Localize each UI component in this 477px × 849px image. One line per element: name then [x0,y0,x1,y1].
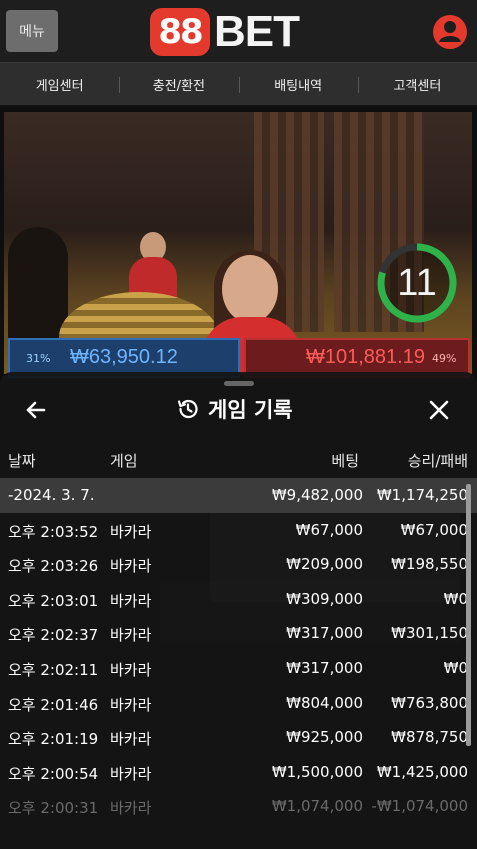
column-header-result: 승리/패배 [407,452,468,470]
date-group-result-total: ₩1,174,250 [376,486,468,504]
row-game: 바카라 [110,557,152,576]
table-row[interactable]: 오후 2:02:37 바카라 ₩317,000 ₩301,150 [0,616,477,651]
date-group-row[interactable]: -2024. 3. 7. ₩9,482,000 ₩1,174,250 [0,478,477,513]
player-percent: 31% [26,352,51,365]
banker-bet-amount: ₩101,881.19 [306,346,425,368]
row-game: 바카라 [110,764,152,783]
table-row[interactable]: 오후 2:03:52 바카라 ₩67,000 ₩67,000 [0,513,477,548]
row-bet: ₩925,000 [286,728,363,747]
row-game: 바카라 [110,799,152,818]
game-history-sheet: 게임 기록 날짜 게임 베팅 승리/패배 -2024. 3. 7. ₩9,482… [0,372,477,849]
logo-text: BET [214,7,300,56]
live-dealer-video: 11 [4,112,472,374]
user-account-icon[interactable] [432,14,468,50]
sheet-title-text: 게임 기록 [208,398,293,422]
nav-deposit-withdraw[interactable]: 충전/환전 [119,75,238,94]
row-game: 바카라 [110,522,152,541]
nav-customer-center[interactable]: 고객센터 [357,75,477,94]
row-result: ₩0 [443,658,468,677]
row-time: 오후 2:03:26 [8,557,99,576]
row-time: 오후 2:03:01 [8,591,99,610]
scrollbar[interactable] [466,484,471,746]
table-row[interactable]: 오후 2:02:11 바카라 ₩317,000 ₩0 [0,651,477,686]
banker-percent: 49% [432,352,457,365]
row-game: 바카라 [110,730,152,749]
row-result: ₩67,000 [400,520,468,539]
row-result: ₩301,150 [391,624,468,643]
row-game: 바카라 [110,591,152,610]
row-result: ₩763,800 [391,693,468,712]
row-result: ₩0 [443,589,468,608]
row-time: 오후 2:00:31 [8,799,99,818]
history-table: -2024. 3. 7. ₩9,482,000 ₩1,174,250 오후 2:… [0,478,477,824]
row-bet: ₩309,000 [286,589,363,608]
row-time: 오후 2:01:19 [8,730,99,749]
countdown-timer: 11 [397,261,437,304]
close-icon[interactable] [425,396,453,424]
row-result: ₩198,550 [391,555,468,574]
brand-logo[interactable]: 88 BET [150,7,300,56]
table-row[interactable]: 오후 2:01:19 바카라 ₩925,000 ₩878,750 [0,720,477,755]
row-game: 바카라 [110,626,152,645]
row-result: ₩1,425,000 [376,762,468,781]
column-header-game: 게임 [110,452,138,470]
dealer-face [222,255,278,323]
row-bet: ₩1,074,000 [271,797,363,816]
table-row[interactable]: 오후 2:00:31 바카라 ₩1,074,000 -₩1,074,000 [0,789,477,824]
nav-bet-history[interactable]: 배팅내역 [238,75,358,94]
row-time: 오후 2:03:52 [8,522,99,541]
table-row[interactable]: 오후 2:00:54 바카라 ₩1,500,000 ₩1,425,000 [0,755,477,790]
row-game: 바카라 [110,660,152,679]
row-bet: ₩317,000 [286,624,363,643]
row-time: 오후 2:00:54 [8,764,99,783]
row-result: -₩1,074,000 [371,797,468,816]
row-time: 오후 2:02:11 [8,660,99,679]
row-game: 바카라 [110,695,152,714]
row-bet: ₩67,000 [295,520,363,539]
app-header: 메뉴 88 BET [0,0,477,62]
row-time: 오후 2:02:37 [8,626,99,645]
row-bet: ₩804,000 [286,693,363,712]
sheet-title: 게임 기록 [176,392,293,426]
row-time: 오후 2:01:46 [8,695,99,714]
column-header-date: 날짜 [8,452,36,470]
date-group-label: -2024. 3. 7. [8,486,95,504]
row-bet: ₩317,000 [286,658,363,677]
player-bet-amount: ₩63,950.12 [70,346,178,368]
row-bet: ₩209,000 [286,555,363,574]
logo-badge: 88 [150,8,210,56]
date-group-bet-total: ₩9,482,000 [271,486,363,504]
nav-game-center[interactable]: 게임센터 [0,75,119,94]
table-row[interactable]: 오후 2:03:26 바카라 ₩209,000 ₩198,550 [0,547,477,582]
sheet-drag-handle[interactable] [224,381,254,386]
row-result: ₩878,750 [391,728,468,747]
column-header-bet: 베팅 [331,452,359,470]
table-row[interactable]: 오후 2:01:46 바카라 ₩804,000 ₩763,800 [0,686,477,721]
back-arrow-icon[interactable] [22,396,50,424]
history-icon [177,399,198,419]
main-nav: 게임센터 충전/환전 배팅내역 고객센터 [0,62,477,106]
table-row[interactable]: 오후 2:03:01 바카라 ₩309,000 ₩0 [0,582,477,617]
menu-button[interactable]: 메뉴 [6,10,58,52]
row-bet: ₩1,500,000 [271,762,363,781]
